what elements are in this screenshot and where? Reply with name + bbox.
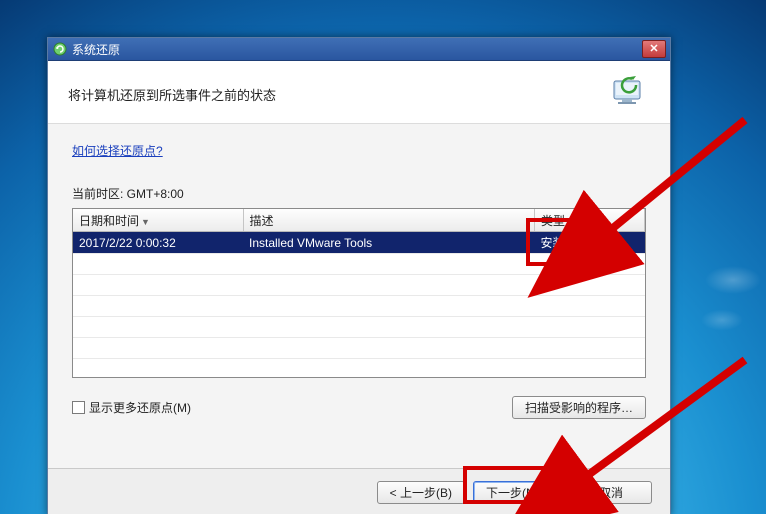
table-row[interactable]: 2017/2/22 0:00:32 Installed VMware Tools… [73,232,645,254]
header-text: 将计算机还原到所选事件之前的状态 [68,85,608,104]
restore-monitor-icon [608,75,652,113]
restore-points-table[interactable]: 日期和时间▼ 描述 类型 2017/2/22 0:00:32 Installed… [72,208,646,378]
col-desc[interactable]: 描述 [243,209,535,232]
close-button[interactable]: ✕ [642,40,666,58]
below-table-row: 显示更多还原点(M) 扫描受影响的程序… [72,396,646,419]
system-restore-window: 系统还原 ✕ 将计算机还原到所选事件之前的状态 如何选择还原点? 当前时区: G… [47,37,671,514]
window-title: 系统还原 [72,41,642,58]
col-type[interactable]: 类型 [535,209,645,232]
dialog-footer: < 上一步(B) 下一步(N) > 取消 [48,468,670,514]
desktop-background: 系统还原 ✕ 将计算机还原到所选事件之前的状态 如何选择还原点? 当前时区: G… [0,0,766,514]
show-more-checkbox[interactable]: 显示更多还原点(M) [72,399,191,416]
timezone-label: 当前时区: GMT+8:00 [72,185,646,202]
scan-affected-programs-button[interactable]: 扫描受影响的程序… [512,396,646,419]
cancel-button[interactable]: 取消 [570,481,652,504]
cell-datetime: 2017/2/22 0:00:32 [73,232,243,254]
cell-type: 安装 [535,232,645,254]
how-to-choose-link[interactable]: 如何选择还原点? [72,144,163,158]
show-more-label: 显示更多还原点(M) [89,399,191,416]
dialog-body: 如何选择还原点? 当前时区: GMT+8:00 日期和时间▼ 描述 类型 [48,124,670,468]
table-row [73,317,645,338]
sort-indicator-icon: ▼ [141,217,150,227]
table-row [73,254,645,275]
table-header-row[interactable]: 日期和时间▼ 描述 类型 [73,209,645,232]
back-button[interactable]: < 上一步(B) [377,481,465,504]
titlebar[interactable]: 系统还原 ✕ [48,38,670,61]
header-strip: 将计算机还原到所选事件之前的状态 [48,61,670,124]
table-row [73,359,645,379]
table-row [73,338,645,359]
cell-desc: Installed VMware Tools [243,232,535,254]
checkbox-icon[interactable] [72,401,85,414]
table-row [73,296,645,317]
system-restore-icon [52,41,68,57]
col-datetime[interactable]: 日期和时间▼ [73,209,243,232]
next-button[interactable]: 下一步(N) > [473,481,562,504]
table-row [73,275,645,296]
